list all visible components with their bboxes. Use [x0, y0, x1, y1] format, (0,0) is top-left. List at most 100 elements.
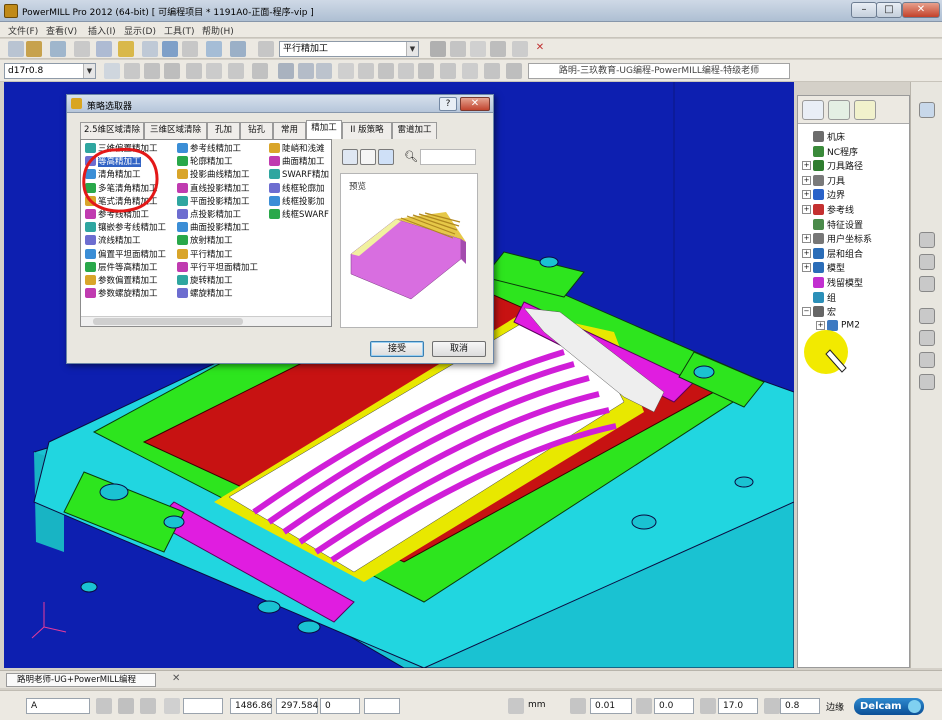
view-surface-icon[interactable] [919, 330, 935, 346]
refresh-icon[interactable] [506, 63, 522, 79]
strategy-tab-1[interactable]: 三维区域清除 [144, 122, 207, 139]
scrollbar-thumb[interactable] [93, 318, 243, 325]
strategy-item[interactable]: 线框投影加 [269, 195, 325, 208]
close-toolbar-icon[interactable]: ✕ [535, 41, 545, 57]
strategy-tab-0[interactable]: 2.5维区域清除 [80, 122, 144, 139]
tool-drill-icon[interactable] [228, 63, 244, 79]
strategy-tab-7[interactable]: 雷道加工 [392, 122, 437, 139]
select-all-icon[interactable] [96, 698, 112, 714]
view-shaded-icon[interactable] [919, 254, 935, 270]
options-icon[interactable] [512, 41, 528, 57]
strategy-item[interactable]: 直线投影精加工 [177, 182, 250, 195]
expand-toggle[interactable]: + [802, 161, 811, 171]
strategy-item[interactable]: 参数螺旋精加工 [85, 288, 158, 300]
strategy-item[interactable]: 螺旋精加工 [177, 288, 233, 300]
strategy-item[interactable]: 平行精加工 [177, 248, 233, 261]
tolerance-field[interactable]: 0.01 [590, 698, 632, 714]
boundary-icon[interactable] [230, 41, 246, 57]
list-view-icon[interactable] [360, 149, 376, 165]
menu-display[interactable]: 显示(D) [124, 24, 156, 37]
maximize-button[interactable]: □ [876, 2, 902, 18]
explorer-tab-recycle-icon[interactable] [854, 100, 876, 120]
strategy-item[interactable]: 层件等高精加工 [85, 261, 158, 274]
view-front-icon[interactable] [358, 63, 374, 79]
calculate-icon[interactable] [450, 41, 466, 57]
view-model-icon[interactable] [919, 308, 935, 324]
strategy-item[interactable]: 等高精加工 [85, 156, 141, 168]
expand-toggle[interactable] [802, 220, 811, 229]
strategy-item[interactable]: 三维偏置精加工 [85, 143, 158, 155]
explorer-item[interactable]: + PM2 [816, 319, 860, 334]
tool-taper-icon[interactable] [206, 63, 222, 79]
toolpath-strategies-icon[interactable] [206, 41, 222, 57]
expand-toggle[interactable]: − [802, 307, 811, 317]
select-surface-icon[interactable] [140, 698, 156, 714]
strategy-item[interactable]: 点投影精加工 [177, 209, 241, 221]
shading-icon[interactable] [278, 63, 294, 79]
zoom-fit-icon[interactable] [418, 63, 434, 79]
block-icon[interactable] [74, 41, 90, 57]
strategy-item[interactable]: 放射精加工 [177, 235, 233, 247]
menu-help[interactable]: 帮助(H) [202, 24, 234, 37]
strategy-item[interactable]: 清角精加工 [85, 169, 141, 181]
minimize-button[interactable]: – [851, 2, 877, 18]
dialog-close-button[interactable]: ✕ [460, 97, 490, 111]
expand-toggle[interactable]: + [802, 190, 811, 200]
strategy-item[interactable]: 曲面投影精加工 [177, 222, 250, 234]
tool-shank-icon[interactable] [186, 63, 202, 79]
expand-toggle[interactable]: + [802, 263, 811, 273]
expand-toggle[interactable] [802, 147, 811, 156]
strategy-item[interactable]: 镶嵌参考线精加工 [85, 222, 166, 234]
large-icons-view-icon[interactable] [342, 149, 358, 165]
selection-filter[interactable]: A [26, 698, 90, 714]
zoom-icon[interactable] [398, 63, 414, 79]
save-icon[interactable] [50, 41, 66, 57]
strategy-tab-5[interactable]: 精加工 [306, 120, 342, 139]
explorer-item[interactable]: 残留模型 [802, 276, 863, 290]
view-iso-icon[interactable] [316, 63, 332, 79]
menu-view[interactable]: 查看(V) [46, 24, 77, 37]
details-view-icon[interactable] [378, 149, 394, 165]
verify-icon[interactable] [258, 41, 274, 57]
select-wire-icon[interactable] [118, 698, 134, 714]
new-project-icon[interactable] [8, 41, 24, 57]
strategy-list[interactable]: 三维偏置精加工 等高精加工 清角精加工 多笔清角精加工 笔式清角精加工 参考线精加工 镶嵌参… [80, 139, 332, 327]
explorer-item[interactable]: + 用户坐标系 [802, 232, 872, 246]
dialog-help-button[interactable]: ? [439, 97, 457, 111]
tool-holder-icon[interactable] [164, 63, 180, 79]
tool-diameter-field[interactable]: 17.0 [718, 698, 758, 714]
strategy-item[interactable]: 平行平坦面精加工 [177, 261, 258, 274]
explorer-item[interactable]: NC程序 [802, 145, 858, 159]
cancel-button[interactable]: 取消 [432, 341, 486, 357]
strategy-tab-3[interactable]: 钻孔 [240, 122, 273, 139]
strategy-tab-6[interactable]: II 版策略 [342, 122, 392, 139]
strategy-item[interactable]: 笔式清角精加工 [85, 195, 158, 208]
explorer-item[interactable]: + 边界 [802, 188, 845, 202]
strategy-item[interactable]: 多笔清角精加工 [85, 182, 158, 195]
strategy-item[interactable]: 轮廓精加工 [177, 156, 233, 168]
strategy-item[interactable]: SWARF精加 [269, 169, 329, 181]
toolpath-select[interactable]: 平行精加工 ▼ [279, 41, 419, 57]
explorer-item[interactable]: 特征设置 [802, 218, 863, 232]
strategy-item[interactable]: 旋转精加工 [177, 275, 233, 287]
start-point-icon[interactable] [162, 41, 178, 57]
tool-thread-icon[interactable] [252, 63, 268, 79]
search-input[interactable] [420, 149, 476, 165]
pan-icon[interactable] [440, 63, 456, 79]
magnifier-icon[interactable]: 🔍︎ [404, 150, 418, 163]
view-side-icon[interactable] [378, 63, 394, 79]
menu-file[interactable]: 文件(F) [8, 24, 38, 37]
info-select[interactable]: 路明-三玖教育-UG编程-PowerMILL编程-特级老师 [528, 63, 790, 79]
explorer-item[interactable]: 组 [802, 291, 836, 305]
explorer-tab-globe-icon[interactable] [828, 100, 850, 120]
measure-icon[interactable] [484, 63, 500, 79]
feed-rate-icon[interactable] [118, 41, 134, 57]
strategy-item[interactable]: 陡峭和浅滩 [269, 143, 325, 155]
document-tab[interactable]: 路明老师-UG+PowerMILL编程 [6, 673, 156, 687]
grid-icon[interactable] [164, 698, 180, 714]
tool-create-icon[interactable] [104, 63, 120, 79]
expand-toggle[interactable]: + [802, 248, 811, 258]
rapid-move-icon[interactable] [96, 41, 112, 57]
strategy-item[interactable]: 偏置平坦面精加工 [85, 248, 166, 261]
strategy-item[interactable]: 线框轮廓加 [269, 182, 325, 195]
